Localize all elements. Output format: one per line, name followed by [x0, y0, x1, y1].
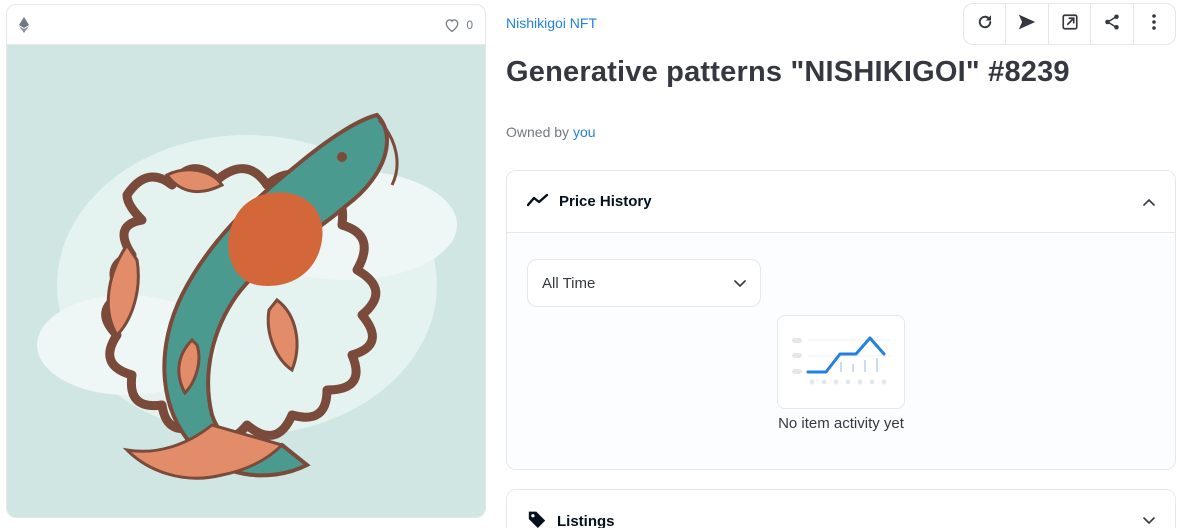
- time-range-value: All Time: [542, 274, 596, 292]
- favorite-button[interactable]: 0: [444, 18, 473, 32]
- tag-icon: [527, 510, 547, 528]
- share-icon: [1103, 13, 1121, 36]
- refresh-button[interactable]: [964, 4, 1007, 44]
- transfer-button[interactable]: [1006, 4, 1049, 44]
- empty-activity-message: No item activity yet: [778, 415, 904, 432]
- collection-link[interactable]: Nishikigoi NFT: [506, 15, 597, 31]
- chevron-down-icon: [1143, 512, 1155, 528]
- nft-card-header: 0: [7, 5, 485, 45]
- refresh-icon: [976, 13, 994, 36]
- price-history-heading: Price History: [526, 193, 652, 211]
- chevron-up-icon: [1143, 193, 1155, 211]
- heart-icon: [444, 18, 460, 32]
- price-history-title: Price History: [559, 193, 652, 210]
- nft-image[interactable]: [7, 45, 485, 517]
- listings-header[interactable]: Listings: [507, 490, 1175, 528]
- ethereum-icon: [19, 16, 31, 33]
- share-button[interactable]: [1091, 4, 1134, 44]
- external-link-icon: [1061, 13, 1079, 36]
- item-toolbar: [963, 3, 1176, 45]
- time-range-select[interactable]: All Time: [527, 259, 761, 307]
- listings-panel: Listings: [506, 489, 1176, 528]
- trend-icon: [526, 193, 549, 211]
- more-options-button[interactable]: [1134, 4, 1175, 44]
- price-history-body: All Time No item activity yet: [507, 233, 1175, 469]
- empty-chart-icon: [777, 315, 905, 409]
- item-title: Generative patterns "NISHIKIGOI" #8239: [506, 56, 1070, 88]
- open-external-button[interactable]: [1049, 4, 1092, 44]
- owner-link[interactable]: you: [573, 124, 596, 140]
- nft-card: 0: [6, 4, 486, 518]
- send-icon: [1017, 13, 1037, 36]
- price-history-panel: Price History All Time No item activity …: [506, 170, 1176, 470]
- owner-line: Owned by you: [506, 124, 596, 140]
- more-vertical-icon: [1151, 13, 1157, 36]
- owned-by-label: Owned by: [506, 124, 573, 140]
- listings-heading: Listings: [527, 510, 615, 528]
- chevron-down-icon: [734, 275, 746, 292]
- price-history-header[interactable]: Price History: [507, 171, 1175, 233]
- listings-title: Listings: [557, 512, 615, 528]
- favorite-count: 0: [466, 17, 473, 32]
- koi-artwork: [37, 112, 457, 480]
